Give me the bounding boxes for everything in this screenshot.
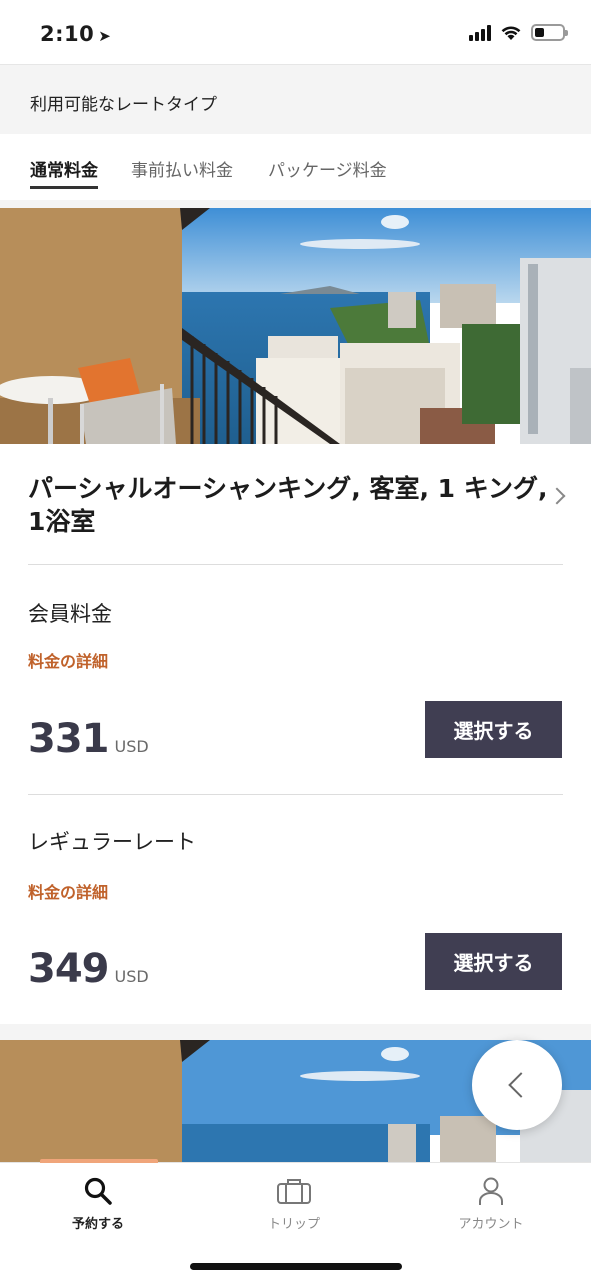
rate-name-regular: レギュラーレート — [28, 830, 196, 854]
status-bar: 2:10 ➤ — [0, 0, 591, 64]
nav-trips[interactable]: トリップ — [234, 1175, 354, 1232]
nav-label: トリップ — [267, 1217, 320, 1232]
rate-details-link[interactable]: 料金の詳細 — [28, 648, 108, 672]
chevron-right-icon[interactable] — [548, 487, 566, 505]
room-photo[interactable] — [0, 208, 591, 444]
select-button[interactable]: 選択する — [425, 701, 562, 758]
room-title[interactable]: パーシャルオーシャンキング, 客室, 1 キング, 1浴室 — [28, 472, 548, 538]
nav-label: アカウント — [458, 1217, 524, 1232]
nav-label: 予約する — [71, 1217, 124, 1232]
chevron-left-icon — [508, 1072, 534, 1098]
rate-price: 331 USD — [28, 716, 149, 762]
location-arrow-icon: ➤ — [98, 27, 112, 45]
clock: 2:10 — [40, 22, 95, 46]
price-currency: USD — [114, 737, 149, 756]
active-tab-underline — [30, 186, 98, 189]
select-button[interactable]: 選択する — [425, 933, 562, 990]
wifi-icon — [501, 25, 521, 40]
tab-label: 通常料金 — [30, 161, 98, 181]
search-icon — [38, 1175, 158, 1207]
nav-book[interactable]: 予約する — [38, 1175, 158, 1232]
rate-details-link[interactable]: 料金の詳細 — [28, 879, 108, 903]
tab-prepaid-rate[interactable]: 事前払い料金 — [131, 156, 233, 196]
nav-account[interactable]: アカウント — [431, 1175, 551, 1232]
tab-package-rate[interactable]: パッケージ料金 — [268, 156, 387, 196]
rate-type-header: 利用可能なレートタイプ — [0, 64, 591, 134]
room-card: パーシャルオーシャンキング, 客室, 1 キング, 1浴室 会員料金 料金の詳細… — [0, 208, 591, 1024]
rate-price: 349 USD — [28, 946, 149, 992]
bottom-nav: 予約する トリップ アカウント — [0, 1159, 591, 1280]
person-icon — [431, 1175, 551, 1207]
rate-tabs: 通常料金 事前払い料金 パッケージ料金 — [0, 134, 591, 200]
divider — [28, 794, 563, 795]
battery-icon — [531, 24, 568, 41]
back-button[interactable] — [472, 1040, 562, 1130]
briefcase-icon — [234, 1175, 354, 1207]
active-nav-indicator — [40, 1159, 158, 1163]
status-time: 2:10 ➤ — [40, 22, 111, 46]
price-currency: USD — [114, 967, 149, 986]
divider — [28, 564, 563, 565]
rate-name-member: 会員料金 — [28, 602, 112, 626]
home-indicator — [190, 1263, 402, 1270]
price-amount: 349 — [28, 946, 109, 992]
status-icons — [469, 24, 568, 41]
price-amount: 331 — [28, 716, 109, 762]
rate-type-title: 利用可能なレートタイプ — [30, 95, 217, 115]
tab-label: パッケージ料金 — [268, 161, 387, 181]
cellular-signal-icon — [469, 24, 491, 41]
tab-label: 事前払い料金 — [131, 161, 233, 181]
tab-regular-rate[interactable]: 通常料金 — [30, 156, 98, 196]
